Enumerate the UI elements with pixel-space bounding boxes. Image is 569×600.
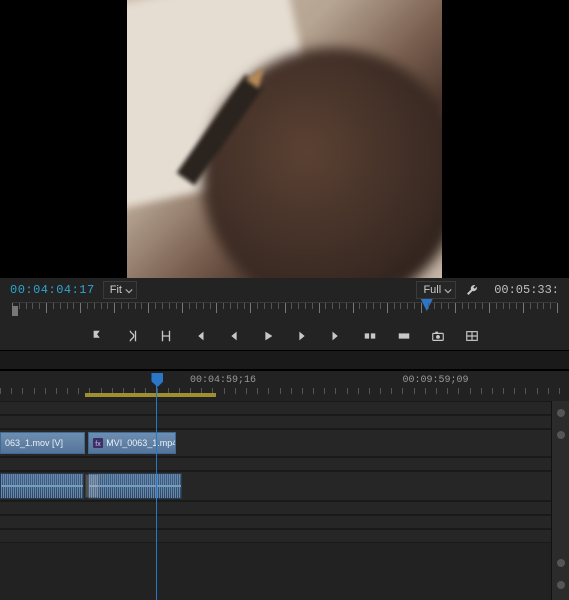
clip-label: MVI_0063_1.mp4 [V] bbox=[106, 438, 176, 448]
duration-timecode[interactable]: 00:05:33: bbox=[494, 283, 559, 297]
video-track-v2[interactable] bbox=[0, 415, 569, 429]
video-track-v3[interactable] bbox=[0, 401, 569, 415]
audio-track-a3[interactable] bbox=[0, 515, 569, 529]
panel-divider[interactable] bbox=[0, 350, 569, 370]
step-back-button[interactable] bbox=[225, 327, 243, 345]
settings-wrench-icon[interactable] bbox=[464, 281, 480, 299]
resolution-dropdown[interactable]: Full bbox=[416, 281, 456, 299]
spacer-track bbox=[0, 457, 569, 471]
audio-clip[interactable] bbox=[88, 473, 182, 499]
timeline-panel: 00:04:59;16 00:09:59;09 063_1.mov [V] fx MV… bbox=[0, 370, 569, 600]
audio-track-a1[interactable] bbox=[0, 471, 569, 501]
overwrite-button[interactable] bbox=[395, 327, 413, 345]
go-to-in-button[interactable] bbox=[191, 327, 209, 345]
scroll-thumb-icon[interactable] bbox=[557, 409, 565, 417]
svg-text:fx: fx bbox=[95, 441, 101, 448]
clip-edge-handle[interactable] bbox=[85, 474, 99, 498]
waveform-icon bbox=[89, 474, 181, 498]
insert-button[interactable] bbox=[361, 327, 379, 345]
go-to-out-button[interactable] bbox=[327, 327, 345, 345]
transport-controls bbox=[0, 322, 569, 350]
audio-clip[interactable] bbox=[0, 473, 84, 499]
mark-out-button[interactable] bbox=[123, 327, 141, 345]
video-clip[interactable]: fx MVI_0063_1.mp4 [V] bbox=[88, 432, 176, 454]
monitor-info-bar: 00:04:04:17 Fit Full 00:05:33: bbox=[0, 278, 569, 302]
mark-in-button[interactable] bbox=[89, 327, 107, 345]
chevron-down-icon bbox=[125, 286, 133, 298]
waveform-icon bbox=[1, 474, 83, 498]
timeline-scrollbar-vertical[interactable] bbox=[551, 401, 569, 600]
video-clip[interactable]: 063_1.mov [V] bbox=[0, 432, 85, 454]
video-preview-area bbox=[0, 0, 569, 278]
program-monitor-panel: 00:04:04:17 Fit Full 00:05:33: /* ticks … bbox=[0, 0, 569, 350]
scroll-thumb-icon[interactable] bbox=[557, 581, 565, 589]
video-content-placeholder bbox=[177, 75, 264, 186]
timeline-playhead[interactable] bbox=[156, 373, 157, 600]
fx-badge-icon: fx bbox=[93, 438, 103, 448]
step-forward-button[interactable] bbox=[293, 327, 311, 345]
video-track-v1[interactable]: 063_1.mov [V] fx MVI_0063_1.mp4 [V] bbox=[0, 429, 569, 457]
audio-track-a2[interactable] bbox=[0, 501, 569, 515]
play-button[interactable] bbox=[259, 327, 277, 345]
button-editor-button[interactable] bbox=[463, 327, 481, 345]
chevron-down-icon bbox=[444, 286, 452, 298]
zoom-fit-dropdown[interactable]: Fit bbox=[103, 281, 137, 299]
ruler-label: 00:04:59;16 bbox=[190, 375, 256, 386]
mark-clip-button[interactable] bbox=[157, 327, 175, 345]
scroll-thumb-icon[interactable] bbox=[557, 559, 565, 567]
audio-track-a4[interactable] bbox=[0, 529, 569, 543]
resolution-label: Full bbox=[423, 284, 441, 296]
current-timecode[interactable]: 00:04:04:17 bbox=[10, 283, 95, 297]
export-frame-button[interactable] bbox=[429, 327, 447, 345]
video-frame[interactable] bbox=[127, 0, 442, 278]
timeline-ruler[interactable]: 00:04:59;16 00:09:59;09 bbox=[0, 371, 569, 401]
track-area: 063_1.mov [V] fx MVI_0063_1.mp4 [V] bbox=[0, 401, 569, 543]
scroll-thumb-icon[interactable] bbox=[557, 431, 565, 439]
ruler-label: 00:09:59;09 bbox=[402, 375, 468, 386]
clip-label: 063_1.mov [V] bbox=[5, 438, 63, 448]
zoom-fit-label: Fit bbox=[110, 284, 122, 296]
work-area-bar[interactable] bbox=[85, 393, 216, 397]
monitor-time-ruler[interactable]: /* ticks drawn below via JS */ bbox=[0, 302, 569, 322]
